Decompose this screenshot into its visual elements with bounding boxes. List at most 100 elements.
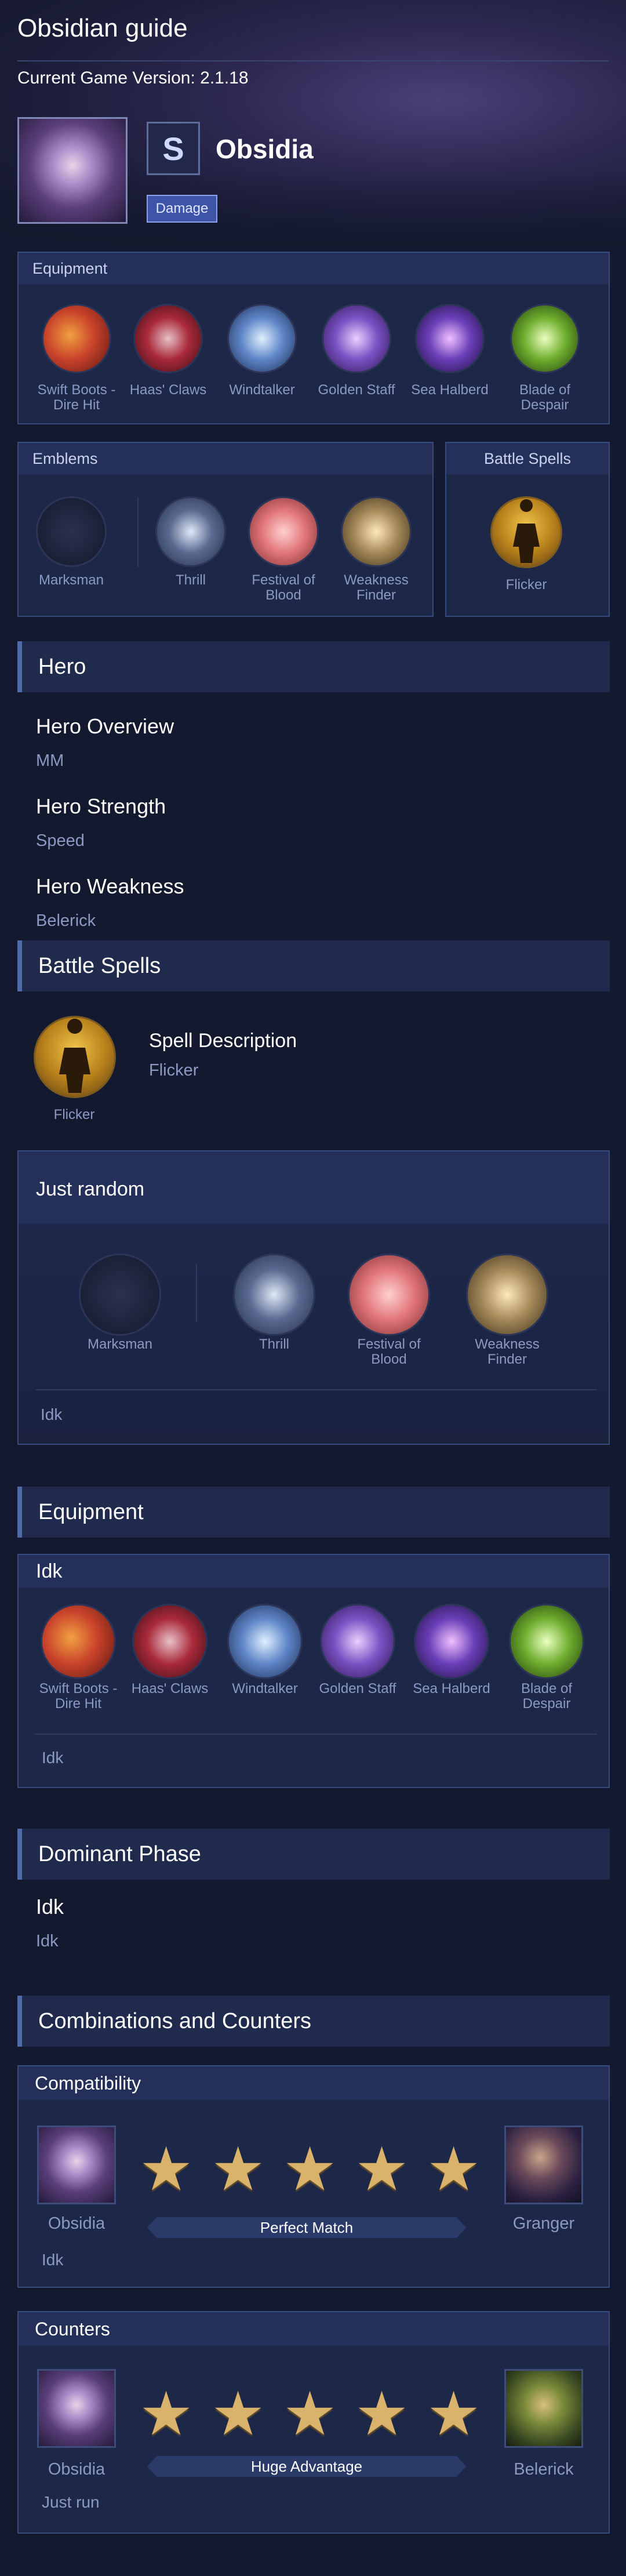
compat-right-hero-portrait[interactable]	[504, 2126, 583, 2204]
item-label: Haas' Claws	[129, 382, 207, 398]
role-icon: S	[147, 122, 200, 175]
item-label: Windtalker	[232, 1681, 298, 1696]
sea-halberd-icon[interactable]	[415, 304, 485, 373]
golden-staff-icon[interactable]	[322, 304, 391, 373]
marksman-emblem-icon[interactable]	[79, 1254, 161, 1336]
compat-verdict: Perfect Match	[147, 2217, 466, 2238]
rating-star-icon: ★	[427, 2136, 481, 2203]
title-divider	[17, 60, 609, 61]
counters-header: Counters	[19, 2312, 609, 2346]
hero-weakness-value: Belerick	[36, 911, 96, 930]
equipment-build-panel: Idk	[17, 1554, 610, 1788]
spells-panel-header: Battle Spells	[446, 443, 609, 474]
spell-description-title: Spell Description	[149, 1030, 297, 1052]
hero-section-header: Hero	[17, 641, 610, 692]
counter-left-hero-portrait[interactable]	[37, 2369, 116, 2448]
swift-boots-icon[interactable]	[41, 1604, 116, 1679]
hero-name: Obsidia	[216, 134, 314, 164]
equipment-panel-header: Equipment	[19, 253, 609, 284]
spell-description-value: Flicker	[149, 1061, 199, 1080]
rating-star-icon: ★	[139, 2136, 194, 2203]
hero-portrait	[17, 117, 128, 224]
emblem-divider	[137, 497, 139, 567]
golden-staff-icon[interactable]	[320, 1604, 395, 1679]
hero-overview-value: MM	[36, 751, 64, 770]
compat-left-hero-portrait[interactable]	[37, 2126, 116, 2204]
flicker-icon[interactable]	[490, 496, 562, 568]
compatibility-header: Compatibility	[19, 2066, 609, 2100]
item-label: Golden Staff	[319, 1681, 396, 1696]
rating-star-icon: ★	[211, 2381, 265, 2448]
hero-strength-title: Hero Strength	[36, 794, 166, 818]
emblems-panel-header: Emblems	[19, 443, 432, 474]
item-label: Blade of Despair	[521, 1681, 573, 1712]
item-label: Thrill	[259, 1336, 289, 1352]
equipment-section-header: Equipment	[17, 1487, 610, 1538]
flicker-spell-label: Flicker	[53, 1107, 95, 1122]
item-label: Haas' Claws	[131, 1681, 209, 1696]
phase-title: Idk	[36, 1895, 64, 1919]
item-label: Sea Halberd	[411, 382, 489, 398]
rating-star-icon: ★	[283, 2136, 337, 2203]
emblem-section-title: Just random	[36, 1178, 145, 1200]
haas-claws-icon[interactable]	[133, 304, 203, 373]
item-label: Swift Boots - Dire Hit	[37, 382, 116, 413]
blade-of-despair-icon[interactable]	[510, 304, 580, 373]
hero-strength-value: Speed	[36, 831, 85, 850]
equipment-build-header: Idk	[19, 1555, 609, 1587]
item-label: Marksman	[87, 1336, 153, 1352]
weakness-finder-icon[interactable]	[466, 1254, 548, 1336]
windtalker-icon[interactable]	[227, 1604, 303, 1679]
item-label: Windtalker	[229, 382, 295, 398]
counter-verdict: Huge Advantage	[147, 2456, 466, 2477]
hero-overview-title: Hero Overview	[36, 714, 174, 738]
phase-section-header: Dominant Phase	[17, 1829, 610, 1880]
compat-right-hero-name: Granger	[512, 2214, 575, 2233]
thrill-talent-icon[interactable]	[155, 496, 226, 567]
rating-star-icon: ★	[139, 2381, 194, 2448]
festival-of-blood-icon[interactable]	[248, 496, 319, 567]
weakness-finder-icon[interactable]	[341, 496, 412, 567]
sea-halberd-icon[interactable]	[414, 1604, 489, 1679]
windtalker-icon[interactable]	[227, 304, 297, 373]
item-label: Festival of Blood	[357, 1336, 421, 1367]
equipment-note-divider	[35, 1734, 597, 1735]
rating-star-icon: ★	[355, 2381, 409, 2448]
festival-of-blood-icon[interactable]	[348, 1254, 430, 1336]
flicker-label: Flicker	[505, 577, 547, 593]
flicker-spell-icon[interactable]	[34, 1016, 116, 1098]
item-label: Thrill	[176, 572, 206, 588]
counter-left-hero-name: Obsidia	[48, 2460, 105, 2479]
item-label: Sea Halberd	[413, 1681, 490, 1696]
rating-star-icon: ★	[355, 2136, 409, 2203]
marksman-emblem-icon[interactable]	[36, 496, 107, 567]
item-label: Blade of Despair	[519, 382, 571, 413]
rating-star-icon: ★	[427, 2381, 481, 2448]
rating-star-icon: ★	[283, 2381, 337, 2448]
item-label: Marksman	[38, 572, 104, 588]
emblem-note-divider	[36, 1389, 597, 1390]
counter-note: Just run	[42, 2493, 100, 2511]
page-title: Obsidian guide	[17, 14, 188, 42]
item-label: Weakness Finder	[344, 572, 409, 603]
item-label: Golden Staff	[318, 382, 395, 398]
emblem-section-divider	[196, 1264, 197, 1322]
combos-section-header: Combinations and Counters	[17, 1996, 610, 2047]
game-version: Current Game Version: 2.1.18	[17, 68, 249, 88]
hero-weakness-title: Hero Weakness	[36, 874, 184, 898]
counter-right-hero-portrait[interactable]	[504, 2369, 583, 2448]
compat-note: Idk	[42, 2251, 64, 2269]
counter-right-hero-name: Belerick	[514, 2460, 574, 2479]
swift-boots-icon[interactable]	[42, 304, 111, 373]
blade-of-despair-icon[interactable]	[509, 1604, 584, 1679]
thrill-talent-icon[interactable]	[233, 1254, 315, 1336]
item-label: Weakness Finder	[475, 1336, 540, 1367]
compat-left-hero-name: Obsidia	[48, 2214, 105, 2233]
role-badge: Damage	[147, 195, 217, 223]
haas-claws-icon[interactable]	[132, 1604, 208, 1679]
equipment-note: Idk	[42, 1749, 64, 1767]
rating-star-icon: ★	[211, 2136, 265, 2203]
emblem-note: Idk	[41, 1405, 63, 1423]
item-label: Swift Boots - Dire Hit	[39, 1681, 118, 1712]
item-label: Festival of Blood	[252, 572, 315, 603]
